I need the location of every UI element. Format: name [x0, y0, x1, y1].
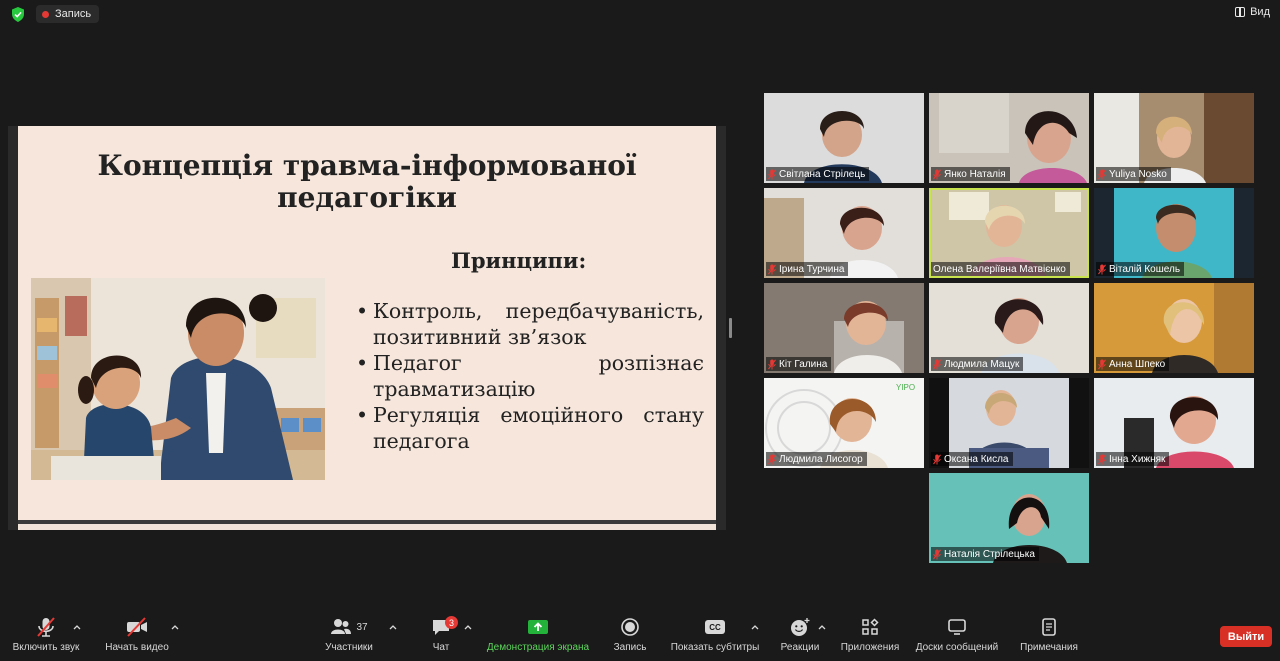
notes-icon: [1042, 618, 1056, 636]
participant-name: Наталія Стрілецька: [931, 547, 1039, 561]
share-screen-icon: [528, 620, 548, 634]
chat-unread-badge: 3: [445, 616, 458, 629]
participants-options-chevron-up-icon[interactable]: [389, 624, 397, 630]
mic-muted-icon: [1098, 453, 1106, 464]
reactions-smiley-icon: [791, 618, 810, 636]
mic-muted-icon: [37, 617, 55, 637]
participant-name: Ірина Турчина: [766, 262, 849, 276]
leave-meeting-button[interactable]: Выйти: [1220, 626, 1272, 647]
record-button[interactable]: Запись: [610, 612, 650, 661]
mic-muted-icon: [1098, 263, 1106, 274]
participant-tile[interactable]: Ірина Турчина: [764, 188, 924, 278]
panel-splitter-handle[interactable]: [729, 318, 732, 338]
recording-indicator[interactable]: Запись: [36, 5, 100, 23]
closed-captions-icon: CC: [705, 620, 725, 634]
slide-principles-heading: Принципи:: [451, 248, 587, 273]
captions-options-chevron-up-icon[interactable]: [751, 624, 759, 630]
participant-tile[interactable]: Оксана Кисла: [929, 378, 1089, 468]
participant-tile[interactable]: Кіт Галина: [764, 283, 924, 373]
reactions-button[interactable]: Реакции: [778, 612, 822, 661]
participant-tile[interactable]: Yuliya Nosko: [1094, 93, 1254, 183]
share-screen-button[interactable]: Демонстрация экрана: [484, 612, 592, 661]
participants-icon: [331, 619, 352, 634]
apps-button[interactable]: Приложения: [838, 612, 902, 661]
slide-bottom-strip: [18, 524, 716, 530]
participant-name: Віталій Кошель: [1096, 262, 1185, 276]
recording-label: Запись: [55, 8, 92, 20]
slide-bullet: Контроль, передбачуваність, позитивний з…: [356, 298, 704, 350]
whiteboard-icon: [948, 619, 966, 635]
mic-muted-icon: [933, 548, 941, 559]
top-bar: Запись Вид: [0, 0, 1280, 28]
recording-dot-icon: [42, 10, 49, 18]
participant-name: Олена Валеріївна Матвієнко: [931, 262, 1070, 276]
teacher-child-illustration: [31, 278, 325, 480]
slide-title-line2: педагогіки: [277, 181, 457, 214]
participant-name: Оксана Кисла: [931, 452, 1013, 466]
record-icon: [621, 618, 639, 636]
participants-button[interactable]: 37 Участники: [322, 612, 376, 661]
mic-muted-icon: [1098, 168, 1106, 179]
unmute-button[interactable]: Включить звук: [10, 612, 82, 661]
mic-muted-icon: [933, 358, 941, 369]
mic-muted-icon: [1098, 358, 1106, 369]
participant-name: Yuliya Nosko: [1096, 167, 1171, 181]
mic-muted-icon: [768, 168, 776, 179]
participant-name: Кіт Галина: [766, 357, 832, 371]
apps-icon: [862, 618, 879, 635]
reactions-options-chevron-up-icon[interactable]: [818, 624, 826, 630]
participant-name: Світлана Стрілець: [766, 167, 870, 181]
mic-muted-icon: [933, 453, 941, 464]
participants-count: 37: [356, 621, 368, 633]
participant-tile[interactable]: Анна Шпеко: [1094, 283, 1254, 373]
participant-tile[interactable]: Наталія Стрілецька: [929, 473, 1089, 563]
participant-tile[interactable]: Інна Хижняк: [1094, 378, 1254, 468]
participant-tile-active-speaker[interactable]: Олена Валеріївна Матвієнко: [929, 188, 1089, 278]
participant-name: Анна Шпеко: [1096, 357, 1170, 371]
participant-tile[interactable]: Світлана Стрілець: [764, 93, 924, 183]
chat-options-chevron-up-icon[interactable]: [464, 624, 472, 630]
video-off-icon: [127, 617, 147, 637]
audio-options-chevron-up-icon[interactable]: [73, 624, 81, 630]
slide-title: Концепція травма-інформованої педагогіки: [18, 150, 716, 214]
mic-muted-icon: [768, 263, 776, 274]
video-options-chevron-up-icon[interactable]: [171, 624, 179, 630]
slide-bullet: Регуляція емоційного стану педагога: [356, 402, 704, 454]
participant-name: Людмила Лисогор: [766, 452, 867, 466]
meeting-toolbar: Включить звук Начать видео 37 Участники …: [0, 612, 1280, 661]
participant-tile[interactable]: Янко Наталія: [929, 93, 1089, 183]
show-captions-button[interactable]: CC Показать субтитры: [668, 612, 762, 661]
svg-text:YIPO: YIPO: [896, 383, 915, 392]
presentation-slide: Концепція травма-інформованої педагогіки: [18, 126, 716, 520]
view-label: Вид: [1250, 6, 1270, 18]
whiteboards-button[interactable]: Доски сообщений: [912, 612, 1002, 661]
participant-name: Інна Хижняк: [1096, 452, 1170, 466]
start-video-button[interactable]: Начать видео: [104, 612, 170, 661]
security-shield-icon[interactable]: [11, 7, 25, 22]
mic-muted-icon: [768, 358, 776, 369]
notes-button[interactable]: Примечания: [1016, 612, 1082, 661]
slide-bullet-list: Контроль, передбачуваність, позитивний з…: [356, 298, 704, 454]
slide-bullet: Педагог розпізнає травматизацію: [356, 350, 704, 402]
participant-name: Людмила Мацук: [931, 357, 1024, 371]
mic-muted-icon: [933, 168, 941, 179]
chat-button[interactable]: 3 Чат: [426, 612, 458, 661]
participant-tile[interactable]: Віталій Кошель: [1094, 188, 1254, 278]
participant-tile[interactable]: YIPO Людмила Лисогор: [764, 378, 924, 468]
shared-screen[interactable]: Концепція травма-інформованої педагогіки: [8, 126, 726, 530]
view-button[interactable]: Вид: [1235, 6, 1270, 18]
mic-muted-icon: [768, 453, 776, 464]
view-grid-icon: [1235, 7, 1246, 17]
slide-title-line1: Концепція травма-інформованої: [97, 149, 637, 182]
participant-tile[interactable]: Людмила Мацук: [929, 283, 1089, 373]
participant-name: Янко Наталія: [931, 167, 1010, 181]
slide-photo-teacher-child: [31, 278, 325, 480]
